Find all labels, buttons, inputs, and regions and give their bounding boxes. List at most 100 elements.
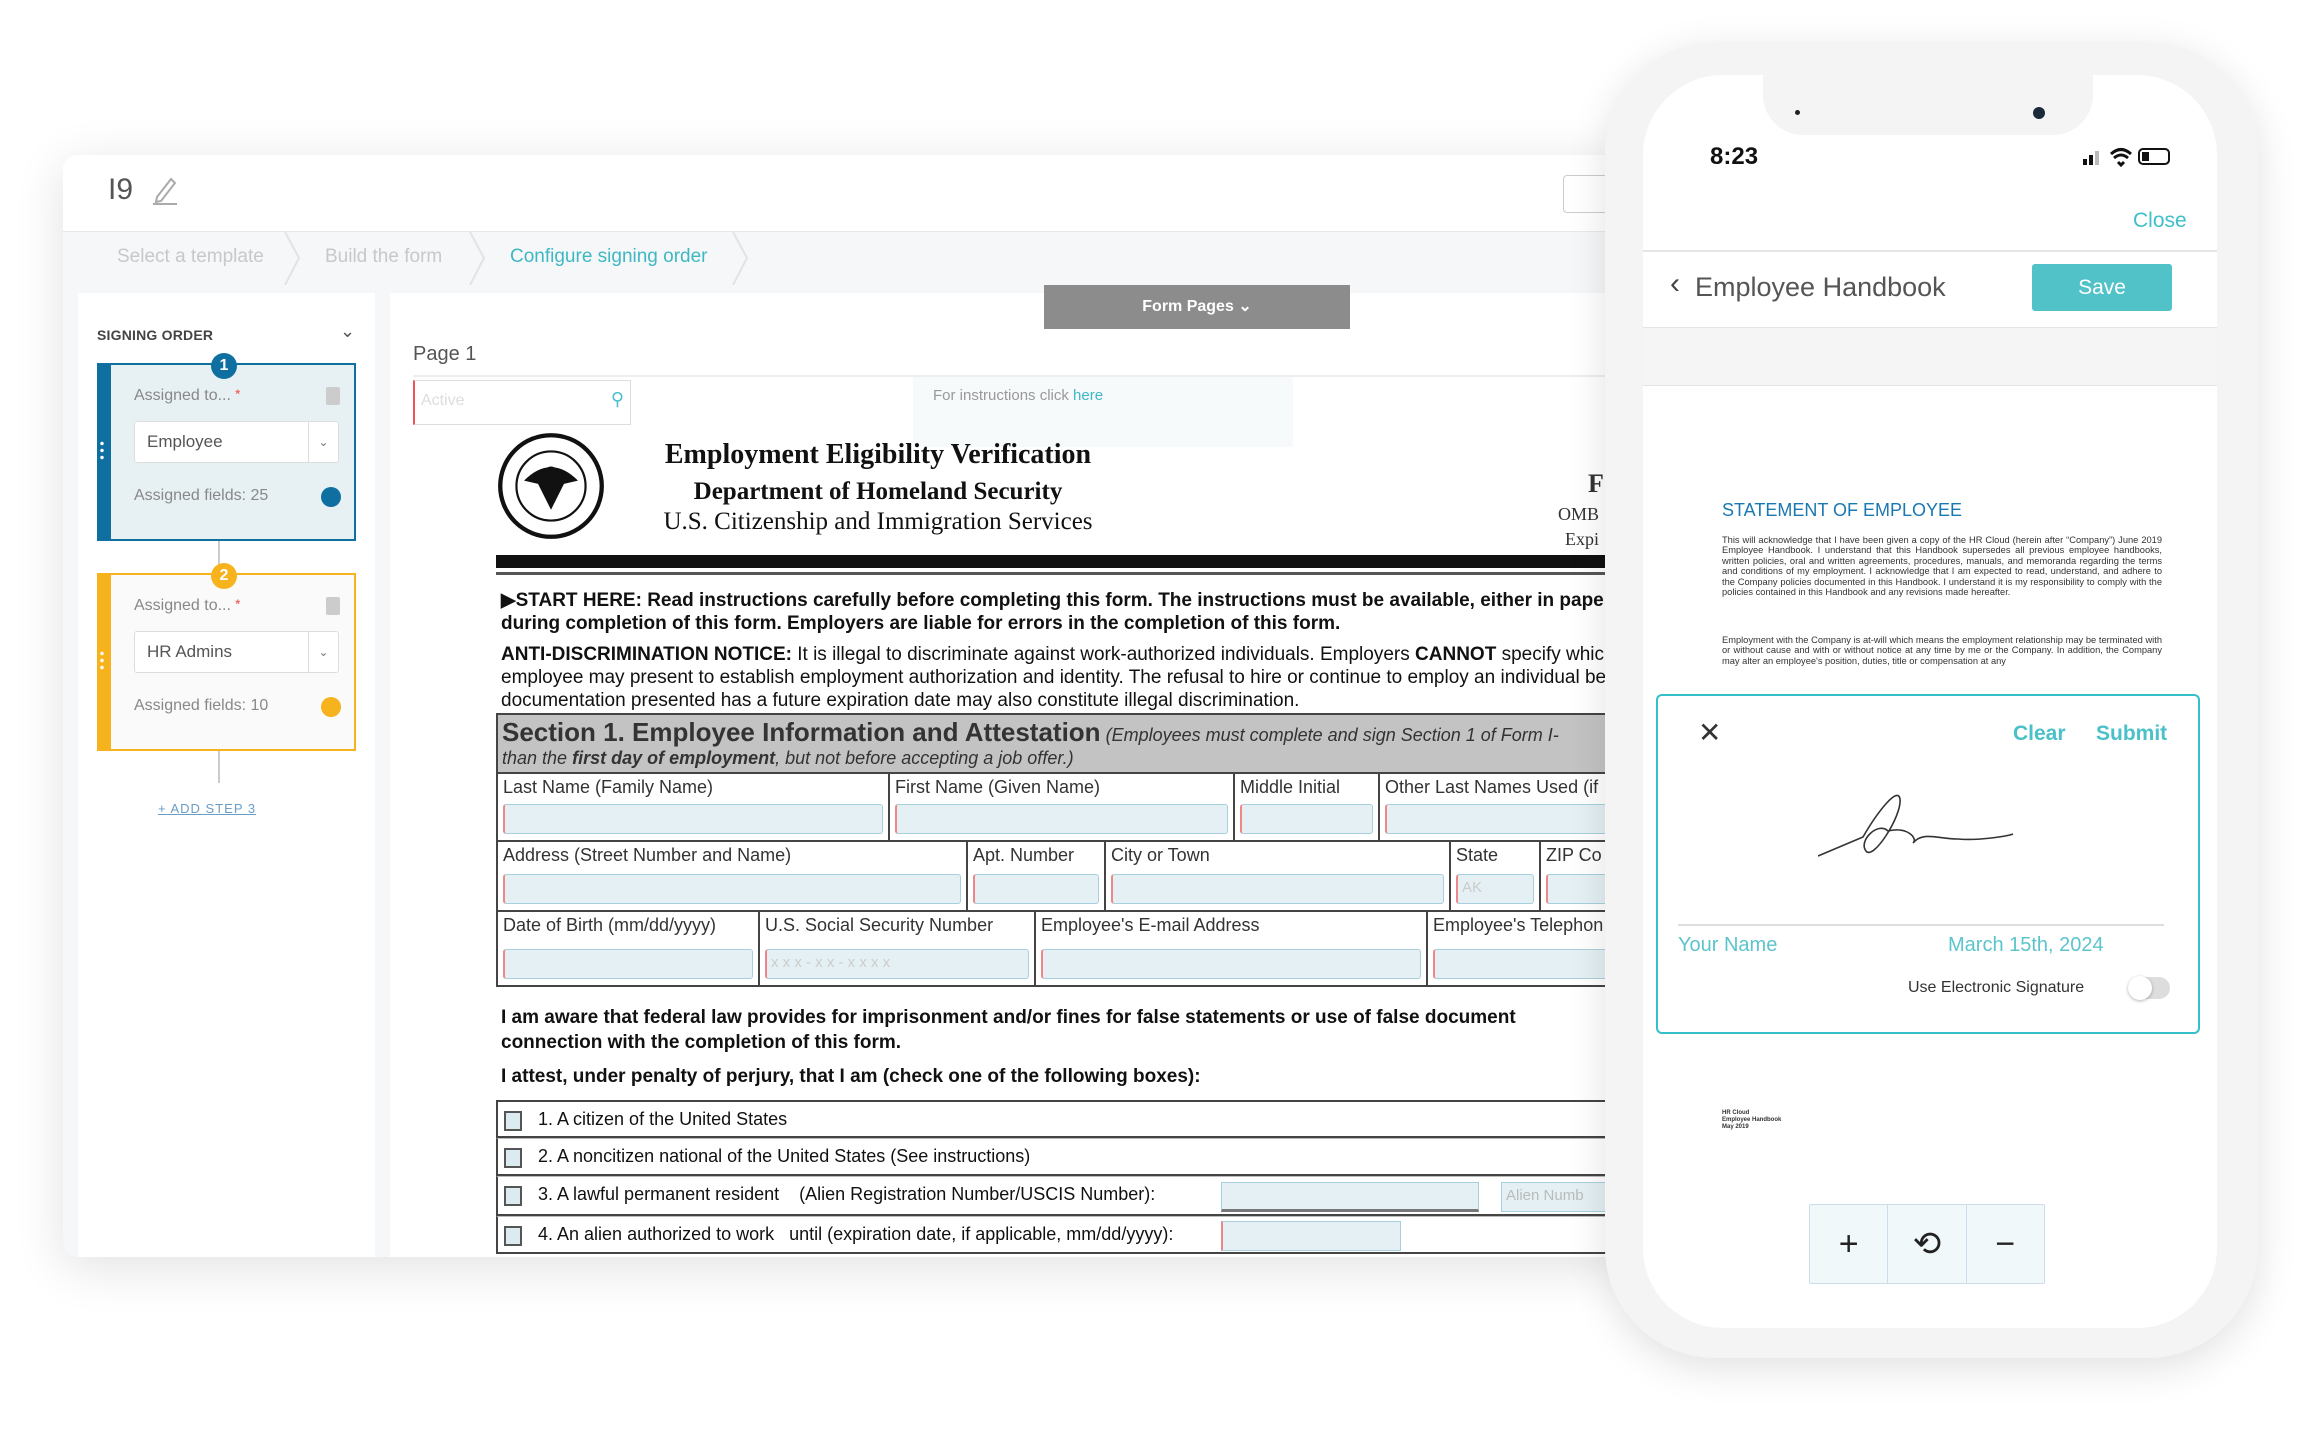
expiration-date-input[interactable] [1221,1221,1401,1251]
middle-initial-input[interactable] [1240,804,1373,834]
citizenship-option-2[interactable]: 2. A noncitizen national of the United S… [496,1138,1623,1176]
checkbox[interactable] [504,1111,522,1131]
other-names-input[interactable] [1385,804,1623,834]
submit-button[interactable]: Submit [2096,722,2167,746]
footer-line: Employee Handbook [1722,1117,1782,1123]
close-x-icon[interactable]: ✕ [1698,716,1721,749]
checkbox[interactable] [504,1148,522,1168]
instructions-text: For instructions click [933,387,1069,404]
citizenship-option-4[interactable]: 4. An alien authorized to work until (ex… [496,1216,1623,1254]
dob-row: Date of Birth (mm/dd/yyyy) U.S. Social S… [496,912,1623,987]
step-number-badge: 2 [211,563,237,589]
chevron-down-icon: ⌄ [1238,298,1252,315]
close-button[interactable]: Close [2133,209,2187,233]
assigned-to-label: Assigned to... * [134,387,240,405]
notice-text: employee may present to establish employ… [501,667,1623,688]
attest-text: I attest, under penalty of perjury, that… [501,1066,1201,1087]
status-time: 8:23 [1710,143,1759,170]
option-label: 1. A citizen of the United States [538,1109,788,1129]
breadcrumb-separator-icon [732,232,749,285]
section-note-bold: first day of employment [572,748,776,768]
add-step-link[interactable]: + ADD STEP 3 [158,801,256,816]
notice-label: ANTI-DISCRIMINATION NOTICE: [501,644,792,665]
breadcrumb-configure-signing-order[interactable]: Configure signing order [510,246,708,268]
clear-button[interactable]: Clear [2013,722,2066,746]
email-input[interactable] [1041,949,1421,979]
assignee-select[interactable]: HR Admins ⌄ [134,631,339,673]
collapse-chevron-icon[interactable]: ⌄ [340,321,355,342]
camera-dot [2033,107,2045,119]
instructions-link[interactable]: here [1073,387,1103,404]
signature-drawing [1818,794,2014,857]
phone-frame: 8:23 Close ‹ Employee Handbook Save STAT… [1605,42,2258,1358]
delete-trash-icon[interactable] [326,387,340,405]
middle-initial-label: Middle Initial [1240,777,1341,797]
breadcrumb-separator-icon [469,232,486,285]
step-connector [218,751,220,783]
signer-name[interactable]: Your Name [1678,934,1777,957]
apt-number-input[interactable] [973,874,1099,904]
field-search-input[interactable]: Active ⚲ [413,380,631,425]
telephone-input[interactable] [1433,949,1623,979]
reset-rotate-icon[interactable]: ⟲ [1888,1205,1967,1283]
ssn-label: U.S. Social Security Number [765,915,994,935]
electronic-signature-toggle[interactable] [2128,976,2170,1000]
zip-label: ZIP Co [1546,845,1602,865]
signature-line [1678,924,2164,926]
wifi-icon [2109,148,2133,168]
breadcrumb-separator-icon [284,232,301,285]
form-title: Employment Eligibility Verification [664,439,1092,470]
signing-step-2[interactable]: 2 Assigned to... * HR Admins ⌄ Assigned f… [97,563,356,751]
pencil-edit-icon[interactable] [151,175,179,205]
citizenship-option-3[interactable]: 3. A lawful permanent resident (Alien Re… [496,1176,1623,1216]
section-note: (Employees must complete and sign Sectio… [1105,725,1559,745]
omb-label: OMB [1558,504,1600,524]
citizenship-option-1[interactable]: 1. A citizen of the United States [496,1100,1623,1138]
dob-input[interactable] [503,949,753,979]
save-button[interactable]: Save [2032,264,2172,311]
required-marker: * [235,387,241,401]
zoom-in-plus-icon[interactable]: + [1810,1205,1889,1283]
last-name-label: Last Name (Family Name) [503,777,714,797]
last-name-input[interactable] [503,804,883,834]
address-input[interactable] [503,874,961,904]
back-chevron-icon[interactable]: ‹ [1670,267,1680,301]
breadcrumb-select-template[interactable]: Select a template [117,246,264,268]
state-select[interactable]: AK [1456,874,1534,904]
form-pages-dropdown[interactable]: Form Pages ⌄ [1044,285,1350,329]
signature-date: March 15th, 2024 [1948,934,2104,956]
section-note: , but not before accepting a job offer.) [775,748,1074,768]
sensor-dot [1795,110,1800,115]
city-input[interactable] [1111,874,1444,904]
first-name-label: First Name (Given Name) [895,777,1101,797]
ssn-input[interactable]: x x x - x x - x x x x [765,949,1029,979]
signature-pad[interactable]: ✕ Clear Submit Your Name March 15th, 202… [1656,694,2200,1034]
signing-order-title: SIGNING ORDER [97,327,214,343]
section-1-header: Section 1. Employee Information and Atte… [496,713,1623,774]
required-marker: * [235,597,241,611]
notice-text: documentation presented has a future exp… [501,690,1300,711]
search-icon: ⚲ [610,389,624,409]
document-title: Employee Handbook [1695,272,1946,302]
alien-number-input[interactable] [1221,1182,1479,1212]
section-note: than the [502,748,568,768]
delete-trash-icon[interactable] [326,597,340,615]
checkbox[interactable] [504,1186,522,1206]
form-canvas: Form Pages ⌄ Page 1 Active ⚲ For instruct… [390,285,1623,1257]
page-label: Page 1 [413,343,477,365]
first-name-input[interactable] [895,804,1228,834]
step-number-badge: 1 [211,353,237,379]
checkbox[interactable] [504,1226,522,1246]
breadcrumb-build-form[interactable]: Build the form [325,246,442,268]
start-here-line2: during completion of this form. Employer… [501,613,1341,634]
status-bar-icons [2083,148,2170,168]
phone-screen: 8:23 Close ‹ Employee Handbook Save STAT… [1643,75,2217,1328]
awareness-line: I am aware that federal law provides for… [501,1007,1516,1028]
drag-handle-icon[interactable] [100,650,104,670]
drag-handle-icon[interactable] [100,440,104,460]
email-label: Employee's E-mail Address [1041,915,1260,935]
step-color-dot[interactable] [321,697,341,717]
zoom-out-minus-icon[interactable]: − [1967,1205,2044,1283]
form-number: F [1588,469,1604,498]
assigned-fields-count: Assigned fields: 10 [134,697,269,714]
